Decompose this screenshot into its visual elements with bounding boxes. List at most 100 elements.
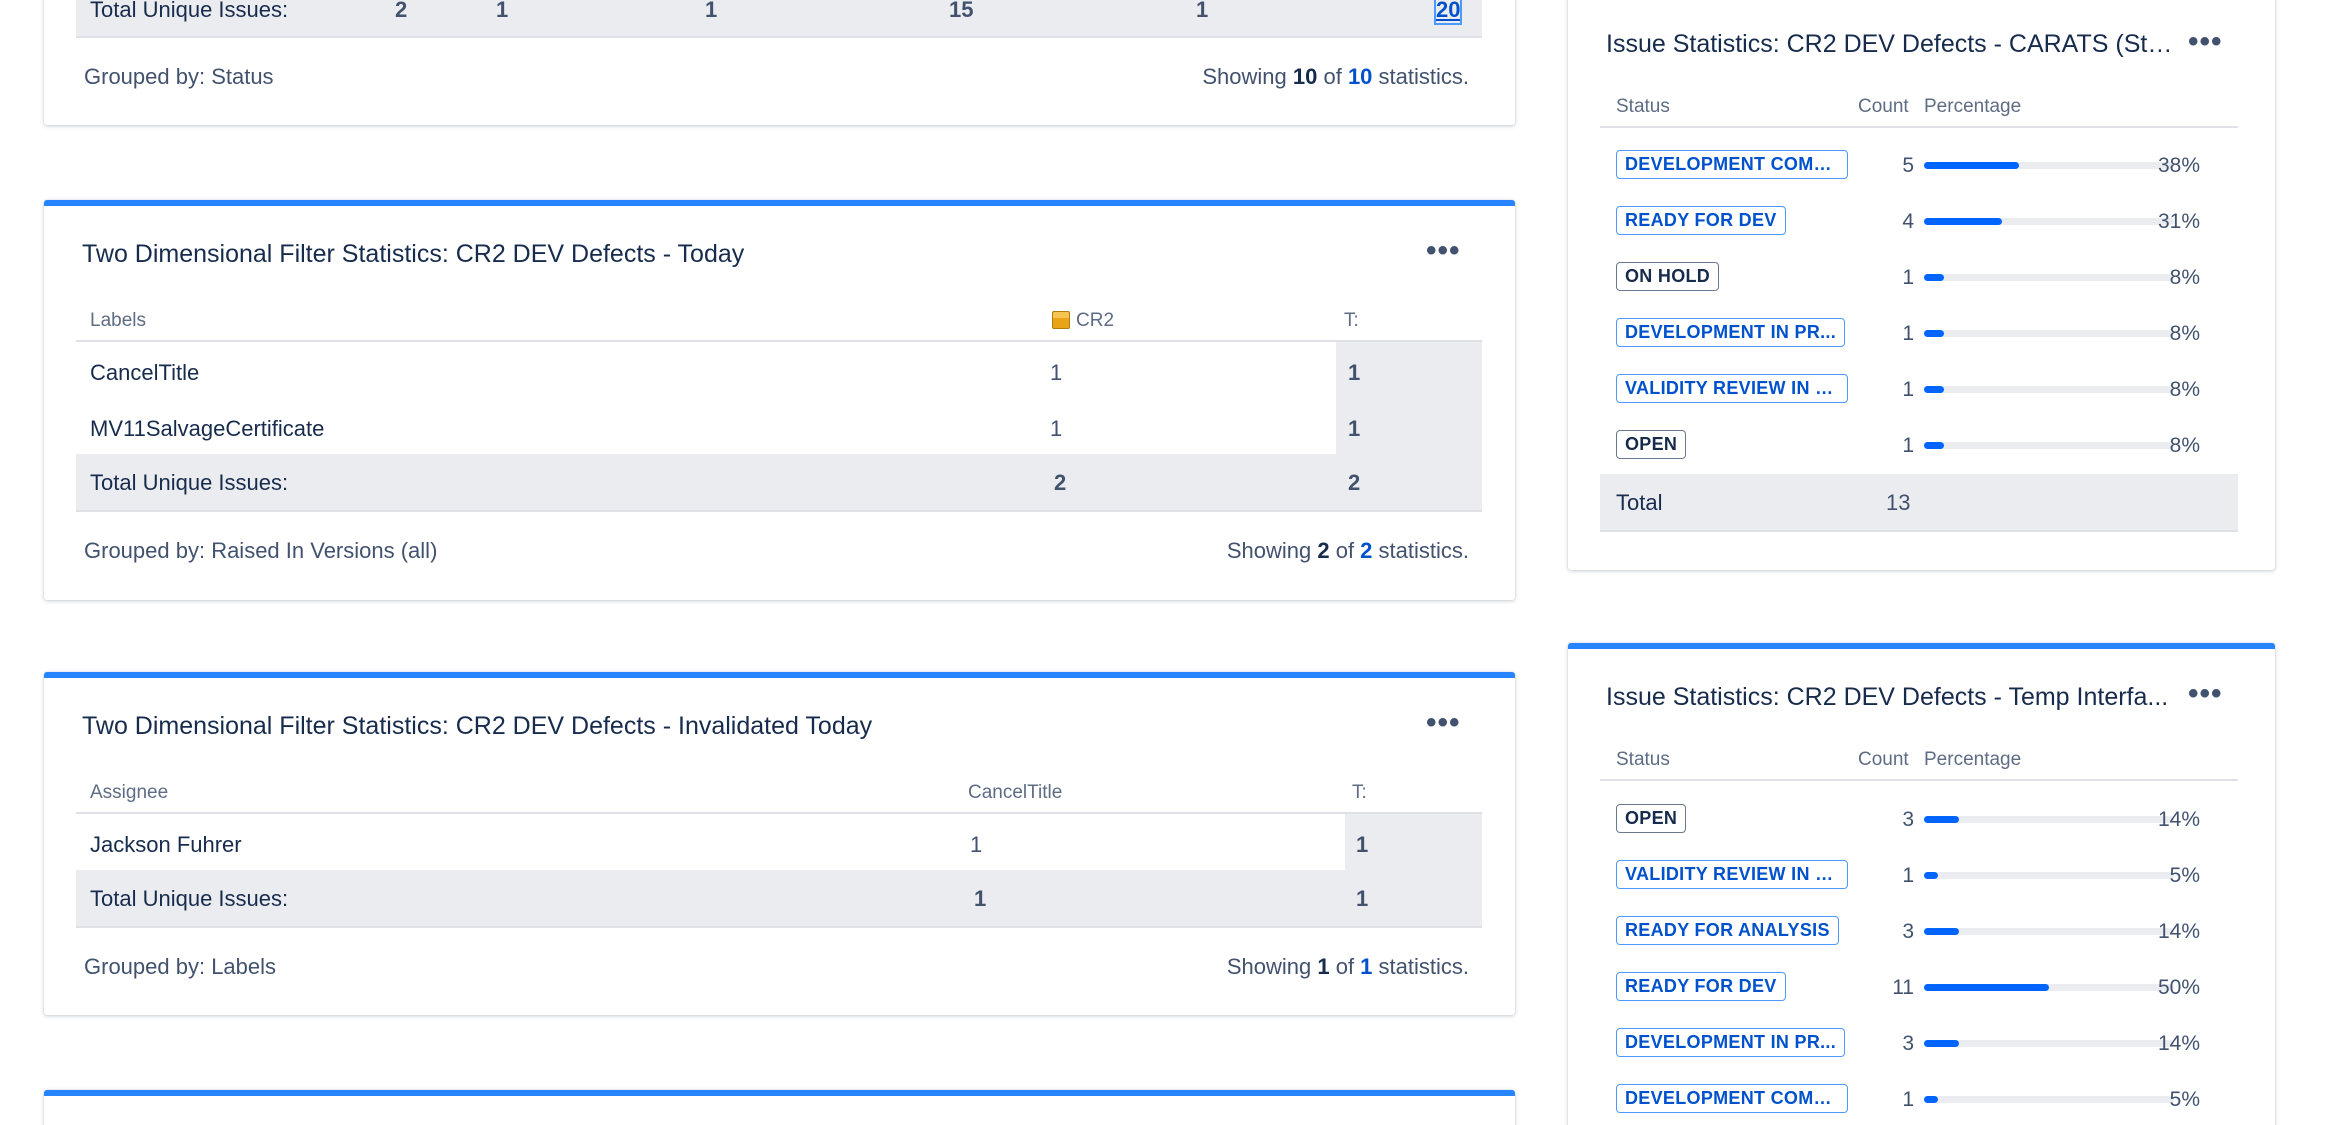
total-cell[interactable]: 2 — [395, 0, 407, 23]
status-count[interactable]: 5 — [1874, 154, 1914, 178]
percentage-bar-fill — [1924, 872, 1938, 879]
status-count[interactable]: 1 — [1874, 322, 1914, 346]
status-lozenge[interactable]: READY FOR ANALYSIS — [1616, 916, 1839, 945]
status-percentage: 14% — [2157, 1032, 2200, 1055]
col-header-t[interactable]: T: — [1344, 310, 1359, 332]
status-count[interactable]: 3 — [1874, 1032, 1914, 1056]
status-percentage: 8% — [2169, 378, 2200, 401]
col-header-t[interactable]: T: — [1352, 782, 1367, 804]
status-lozenge[interactable]: OPEN — [1616, 430, 1687, 459]
total-row-line — [76, 36, 1482, 38]
percentage-bar-fill — [1924, 442, 1944, 449]
status-count[interactable]: 11 — [1874, 976, 1914, 1000]
header-line — [76, 812, 1482, 814]
col-header-percentage[interactable]: Percentage — [1924, 96, 2021, 118]
percentage-bar-fill — [1924, 928, 1959, 935]
row-t[interactable]: 1 — [1348, 360, 1360, 386]
header-line — [76, 340, 1482, 342]
col-header-cr2[interactable]: CR2 — [1052, 310, 1114, 332]
status-lozenge[interactable]: DEVELOPMENT COMP... — [1616, 1084, 1848, 1113]
col-header-status[interactable]: Status — [1616, 96, 1670, 118]
row-cr2[interactable]: 1 — [1050, 416, 1062, 442]
total-row-line — [1600, 530, 2238, 532]
percentage-bar-fill — [1924, 816, 1959, 823]
top-gadget: Total Unique Issues: 2 1 1 15 1 20 Group… — [44, 0, 1515, 125]
row-t[interactable]: 1 — [1356, 832, 1368, 858]
total-cell[interactable]: 15 — [949, 0, 973, 23]
status-percentage: 5% — [2169, 864, 2200, 887]
percentage-bar-fill — [1924, 386, 1944, 393]
header-line — [1600, 126, 2238, 128]
showing-stats: Showing 10 of 10 statistics. — [1202, 64, 1469, 89]
gadget-next — [44, 1090, 1515, 1125]
col-header-count[interactable]: Count — [1858, 749, 1909, 771]
status-lozenge[interactable]: OPEN — [1616, 804, 1687, 833]
percentage-bar-fill — [1924, 1040, 1959, 1047]
status-lozenge[interactable]: DEVELOPMENT COMP... — [1616, 150, 1848, 179]
grouped-by: Grouped by: Raised In Versions (all) — [84, 538, 438, 563]
row-label: CancelTitle — [90, 360, 200, 385]
total-t[interactable]: 2 — [1348, 470, 1360, 496]
total-row-line — [76, 926, 1482, 928]
header-line — [1600, 779, 2238, 781]
total-cell[interactable]: 1 — [496, 0, 508, 23]
col-header-percentage[interactable]: Percentage — [1924, 749, 2021, 771]
status-count[interactable]: 3 — [1874, 808, 1914, 832]
percentage-bar-fill — [1924, 218, 2002, 225]
status-count[interactable]: 3 — [1874, 920, 1914, 944]
total-label: Total Unique Issues: — [90, 470, 289, 495]
col-header-assignee[interactable]: Assignee — [90, 782, 168, 804]
total-label: Total Unique Issues: — [90, 0, 289, 22]
gadget-carats: Issue Statistics: CR2 DEV Defects - CARA… — [1568, 0, 2275, 570]
percentage-bar-fill — [1924, 1096, 1938, 1103]
col-header-count[interactable]: Count — [1858, 96, 1909, 118]
status-lozenge[interactable]: READY FOR DEV — [1616, 972, 1786, 1001]
status-lozenge[interactable]: VALIDITY REVIEW IN P... — [1616, 374, 1848, 403]
status-lozenge[interactable]: DEVELOPMENT IN PR... — [1616, 1028, 1846, 1057]
showing-stats: Showing 2 of 2 statistics. — [1226, 538, 1469, 563]
status-count[interactable]: 1 — [1874, 378, 1914, 402]
status-percentage: 5% — [2169, 1088, 2200, 1111]
status-lozenge[interactable]: VALIDITY REVIEW IN P... — [1616, 860, 1848, 889]
status-lozenge[interactable]: ON HOLD — [1616, 262, 1720, 291]
grand-total-link[interactable]: 20 — [1433, 0, 1463, 25]
gadget-title: Issue Statistics: CR2 DEV Defects - Temp… — [1606, 683, 2169, 711]
status-count[interactable]: 1 — [1874, 864, 1914, 888]
col-header-labels[interactable]: Labels — [90, 310, 146, 332]
more-icon[interactable]: ••• — [2188, 27, 2223, 57]
row-canceltitle[interactable]: 1 — [970, 832, 982, 858]
col-header-status[interactable]: Status — [1616, 749, 1670, 771]
percentage-bar-fill — [1924, 274, 1944, 281]
percentage-bar-fill — [1924, 162, 2019, 169]
col-header-canceltitle[interactable]: CancelTitle — [968, 782, 1062, 804]
status-percentage: 8% — [2169, 266, 2200, 289]
row-t[interactable]: 1 — [1348, 416, 1360, 442]
status-percentage: 50% — [2157, 976, 2200, 999]
status-percentage: 8% — [2169, 322, 2200, 345]
total-cell[interactable]: 1 — [1196, 0, 1208, 23]
status-count[interactable]: 1 — [1874, 1088, 1914, 1112]
more-icon[interactable]: ••• — [1426, 236, 1461, 266]
status-percentage: 31% — [2157, 210, 2200, 233]
row-assignee[interactable]: Jackson Fuhrer — [90, 832, 242, 858]
package-icon — [1052, 311, 1070, 329]
status-lozenge[interactable]: DEVELOPMENT IN PR... — [1616, 318, 1846, 347]
total-count: 13 — [1886, 490, 1911, 515]
total-canceltitle[interactable]: 1 — [974, 886, 986, 912]
gadget-today: Two Dimensional Filter Statistics: CR2 D… — [44, 200, 1515, 600]
total-cell[interactable]: 1 — [705, 0, 717, 23]
status-percentage: 38% — [2157, 154, 2200, 177]
more-icon[interactable]: ••• — [1426, 708, 1461, 738]
total-cr2[interactable]: 2 — [1054, 470, 1066, 496]
row-cr2[interactable]: 1 — [1050, 360, 1062, 386]
grouped-by: Grouped by: Status — [84, 64, 274, 89]
gadget-temp: Issue Statistics: CR2 DEV Defects - Temp… — [1568, 643, 2275, 1125]
status-count[interactable]: 1 — [1874, 434, 1914, 458]
status-count[interactable]: 4 — [1874, 210, 1914, 234]
gadget-title: Two Dimensional Filter Statistics: CR2 D… — [82, 240, 745, 268]
total-t[interactable]: 1 — [1356, 886, 1368, 912]
more-icon[interactable]: ••• — [2188, 679, 2223, 709]
status-count[interactable]: 1 — [1874, 266, 1914, 290]
total-label: Total Unique Issues: — [90, 886, 289, 911]
status-lozenge[interactable]: READY FOR DEV — [1616, 206, 1786, 235]
